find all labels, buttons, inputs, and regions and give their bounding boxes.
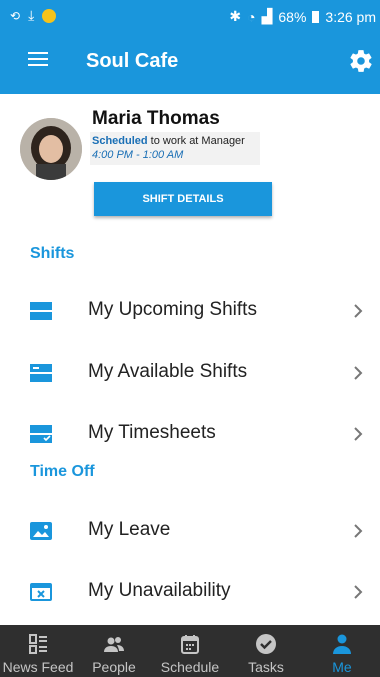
nav-label: News Feed [2,659,74,675]
leave-icon [30,522,52,540]
nav-me[interactable]: Me [304,625,380,677]
shift-details-button[interactable]: SHIFT DETAILS [94,182,272,216]
hamburger-menu-icon[interactable] [28,52,48,66]
list-item-label: My Leave [88,519,171,540]
nav-label: Tasks [248,659,284,675]
avatar [20,118,82,180]
list-item-timesheets[interactable]: My Timesheets [0,410,380,460]
available-shifts-icon [30,364,52,382]
app-title: Soul Cafe [86,50,179,72]
chevron-right-icon [354,366,363,380]
unavailability-icon [30,583,52,601]
check-circle-icon [256,634,276,654]
shift-time-range: 4:00 PM - 1:00 AM [92,149,184,161]
download-icon: ⤓ [28,7,35,23]
gear-icon[interactable] [348,48,374,74]
list-item-label: My Timesheets [88,422,216,443]
nav-people[interactable]: People [76,625,152,677]
list-item-label: My Unavailability [88,580,231,601]
nav-news-feed[interactable]: News Feed [0,625,76,677]
app-bar: Soul Cafe [0,32,380,94]
scheduled-keyword: Scheduled [92,135,148,147]
calendar-icon [181,635,199,654]
nav-schedule[interactable]: Schedule [152,625,228,677]
status-right: ✱ ◔ ▟ 68% 3:26 pm [229,8,376,25]
upcoming-shifts-icon [30,302,52,320]
clock: 3:26 pm [325,8,376,25]
nav-label: Schedule [160,659,220,675]
nav-label: Me [332,659,352,675]
scheduled-detail: to work at Manager [147,135,245,147]
chevron-right-icon [354,524,363,538]
nav-label: People [92,659,136,675]
people-icon [104,637,124,652]
emoji-notification-icon [42,8,57,23]
battery-percent: 68% [278,8,307,25]
list-item-leave[interactable]: My Leave [0,507,380,557]
bluetooth-icon: ✱ [229,8,242,24]
list-item-available-shifts[interactable]: My Available Shifts [0,349,380,399]
person-icon [333,634,351,654]
list-item-label: My Available Shifts [88,361,248,382]
timesheets-icon [30,425,52,443]
list-item-unavailability[interactable]: My Unavailability [0,568,380,618]
shifts-section-title: Shifts [30,245,75,262]
schedule-info: Scheduled to work at Manager 4:00 PM - 1… [90,132,260,165]
battery-icon [312,10,320,23]
profile-card: Maria Thomas Scheduled to work at Manage… [0,94,380,234]
wifi-icon: ◔ [247,8,256,25]
employee-name: Maria Thomas [92,108,220,129]
chevron-right-icon [354,304,363,318]
chevron-right-icon [354,427,363,441]
nav-tasks[interactable]: Tasks [228,625,304,677]
status-bar: ⟲ ⤓ ✱ ◔ ▟ 68% 3:26 pm [0,0,380,32]
nfc-icon: ⟲ [10,8,21,23]
status-left-icons: ⟲ ⤓ [10,7,57,24]
news-feed-icon [29,634,47,654]
list-item-label: My Upcoming Shifts [88,299,257,320]
bottom-nav: News Feed People Schedule Tasks Me [0,625,380,677]
list-item-upcoming-shifts[interactable]: My Upcoming Shifts [0,287,380,337]
chevron-right-icon [354,585,363,599]
time-off-section-title: Time Off [30,463,95,480]
signal-icon: ▟ [261,8,273,24]
